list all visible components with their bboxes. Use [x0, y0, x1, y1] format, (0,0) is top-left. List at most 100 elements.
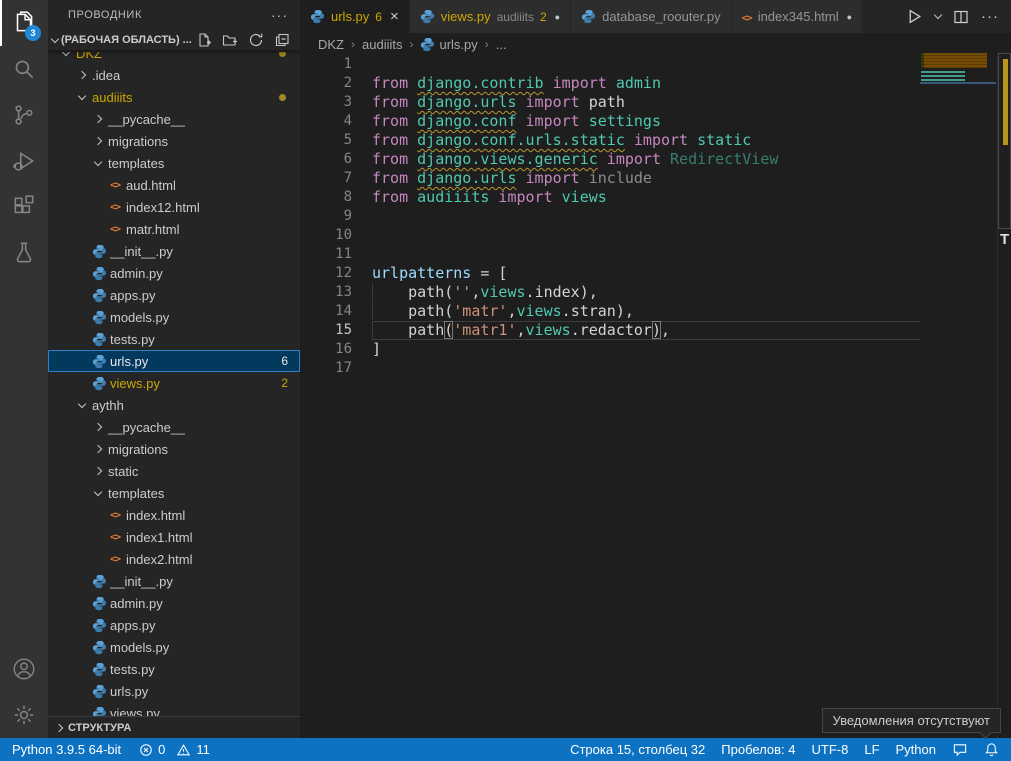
- sidebar-more-icon[interactable]: ···: [271, 7, 288, 23]
- minimap[interactable]: [920, 55, 997, 255]
- tree-item-aythh[interactable]: aythh: [48, 394, 300, 416]
- tree-item-__pycache__[interactable]: __pycache__: [48, 108, 300, 130]
- new-folder-icon[interactable]: [222, 32, 238, 48]
- tab-modified-dot-icon[interactable]: ●: [847, 12, 852, 22]
- outline-section-header[interactable]: СТРУКТУРА: [48, 716, 300, 738]
- tree-item-index1.html[interactable]: <>index1.html: [48, 526, 300, 548]
- search-icon[interactable]: [0, 46, 48, 92]
- tree-item-tests.py[interactable]: tests.py: [48, 658, 300, 680]
- explorer-icon[interactable]: 3: [0, 0, 48, 46]
- language-mode-status[interactable]: Python: [896, 742, 936, 757]
- tree-item-label: admin.py: [110, 266, 163, 281]
- tree-item-static[interactable]: static: [48, 460, 300, 482]
- python-file-icon: [90, 376, 108, 391]
- tree-item-models.py[interactable]: models.py: [48, 306, 300, 328]
- tree-item-apps.py[interactable]: apps.py: [48, 614, 300, 636]
- code-line-content[interactable]: [372, 245, 920, 264]
- tab-bar: urls.py6×views.pyaudiiits2●database_roou…: [300, 0, 1011, 33]
- breadcrumb-item-audiiits[interactable]: audiiits: [362, 37, 402, 52]
- tab-index345.html[interactable]: <>index345.html●: [732, 0, 862, 33]
- extensions-icon[interactable]: [0, 184, 48, 230]
- code-line-content[interactable]: path('matr1',views.redactor),: [372, 321, 920, 340]
- run-dropdown-chevron-icon[interactable]: [935, 15, 941, 18]
- tree-item-aud.html[interactable]: <>aud.html: [48, 174, 300, 196]
- tree-item-DKZ[interactable]: DKZ: [48, 52, 300, 64]
- tree-item-admin.py[interactable]: admin.py: [48, 262, 300, 284]
- run-python-file-icon[interactable]: [906, 8, 923, 25]
- breadcrumb-item-urls.py[interactable]: urls.py: [420, 37, 477, 52]
- tree-item-index12.html[interactable]: <>index12.html: [48, 196, 300, 218]
- tree-item-admin.py[interactable]: admin.py: [48, 592, 300, 614]
- tree-item-views.py[interactable]: views.py: [48, 702, 300, 716]
- code-line-content[interactable]: from django.views.generic import Redirec…: [372, 150, 920, 169]
- tab-database_roouter.py[interactable]: database_roouter.py: [571, 0, 731, 33]
- editor-more-actions-icon[interactable]: ···: [981, 8, 999, 25]
- breadcrumb-separator-icon: ›: [409, 37, 413, 51]
- notifications-bell-icon[interactable]: [984, 742, 999, 757]
- split-editor-icon[interactable]: [953, 9, 969, 25]
- code-line-content[interactable]: ]: [372, 340, 920, 359]
- line-number: 2: [300, 74, 352, 93]
- code-line-content[interactable]: from django.conf.urls.static import stat…: [372, 131, 920, 150]
- testing-icon[interactable]: [0, 230, 48, 276]
- tab-urls.py[interactable]: urls.py6×: [300, 0, 409, 33]
- code-editor[interactable]: T 12from django.contrib import admin3fro…: [300, 55, 1011, 738]
- tree-item-migrations[interactable]: migrations: [48, 438, 300, 460]
- workspace-section-header[interactable]: (РАБОЧАЯ ОБЛАСТЬ) ...: [48, 30, 300, 50]
- run-and-debug-icon[interactable]: [0, 138, 48, 184]
- tree-item-migrations[interactable]: migrations: [48, 130, 300, 152]
- breadcrumb-item-...[interactable]: ...: [496, 37, 507, 52]
- tree-item-.idea[interactable]: .idea: [48, 64, 300, 86]
- python-interpreter-status[interactable]: Python 3.9.5 64-bit: [12, 742, 121, 757]
- tree-item-matr.html[interactable]: <>matr.html: [48, 218, 300, 240]
- tab-views.py[interactable]: views.pyaudiiits2●: [410, 0, 570, 33]
- tree-item-views.py[interactable]: views.py2: [48, 372, 300, 394]
- tree-item-label: urls.py: [110, 354, 148, 369]
- code-line-content[interactable]: urlpatterns = [: [372, 264, 920, 283]
- code-line-content[interactable]: from django.urls import include: [372, 169, 920, 188]
- code-line-content[interactable]: [372, 359, 920, 378]
- accounts-icon[interactable]: [0, 646, 48, 692]
- code-line-content[interactable]: [372, 55, 920, 74]
- tree-item-__init__.py[interactable]: __init__.py: [48, 240, 300, 262]
- code-line-content[interactable]: path('',views.index),: [372, 283, 920, 302]
- tree-item-models.py[interactable]: models.py: [48, 636, 300, 658]
- refresh-icon[interactable]: [248, 32, 264, 48]
- code-line-content[interactable]: [372, 226, 920, 245]
- error-icon: [139, 743, 153, 757]
- new-file-icon[interactable]: [196, 32, 212, 48]
- tree-item-templates[interactable]: templates: [48, 152, 300, 174]
- encoding-status[interactable]: UTF-8: [812, 742, 849, 757]
- eol-status[interactable]: LF: [864, 742, 879, 757]
- code-line-content[interactable]: from django.contrib import admin: [372, 74, 920, 93]
- tree-item-audiiits[interactable]: audiiits: [48, 86, 300, 108]
- code-line-content[interactable]: from django.conf import settings: [372, 112, 920, 131]
- editor-scrollbar[interactable]: T: [997, 55, 1011, 738]
- feedback-icon[interactable]: [952, 742, 968, 757]
- tree-item-templates[interactable]: templates: [48, 482, 300, 504]
- tree-item-tests.py[interactable]: tests.py: [48, 328, 300, 350]
- folder-twistie: [90, 492, 106, 495]
- tree-item-apps.py[interactable]: apps.py: [48, 284, 300, 306]
- collapse-all-icon[interactable]: [274, 32, 290, 48]
- code-line-content[interactable]: path('matr',views.stran),: [372, 302, 920, 321]
- tree-item-urls.py[interactable]: urls.py 6: [48, 350, 300, 372]
- tree-item-index2.html[interactable]: <>index2.html: [48, 548, 300, 570]
- tab-modified-dot-icon[interactable]: ●: [555, 12, 560, 22]
- source-control-icon[interactable]: [0, 92, 48, 138]
- tab-close-icon[interactable]: ×: [390, 9, 399, 24]
- problems-status[interactable]: 0 11: [139, 742, 210, 757]
- code-line-content[interactable]: from audiiits import views: [372, 188, 920, 207]
- breadcrumb-item-DKZ[interactable]: DKZ: [318, 37, 344, 52]
- tree-item-__init__.py[interactable]: __init__.py: [48, 570, 300, 592]
- settings-gear-icon[interactable]: [0, 692, 48, 738]
- python-file-icon: [90, 288, 108, 303]
- tree-item-__pycache__[interactable]: __pycache__: [48, 416, 300, 438]
- cursor-position-status[interactable]: Строка 15, столбец 32: [570, 742, 705, 757]
- tree-item-index.html[interactable]: <>index.html: [48, 504, 300, 526]
- code-line-content[interactable]: [372, 207, 920, 226]
- indentation-status[interactable]: Пробелов: 4: [721, 742, 795, 757]
- tree-item-urls.py[interactable]: urls.py: [48, 680, 300, 702]
- code-line-content[interactable]: from django.urls import path: [372, 93, 920, 112]
- problems-badge: 6: [281, 354, 288, 368]
